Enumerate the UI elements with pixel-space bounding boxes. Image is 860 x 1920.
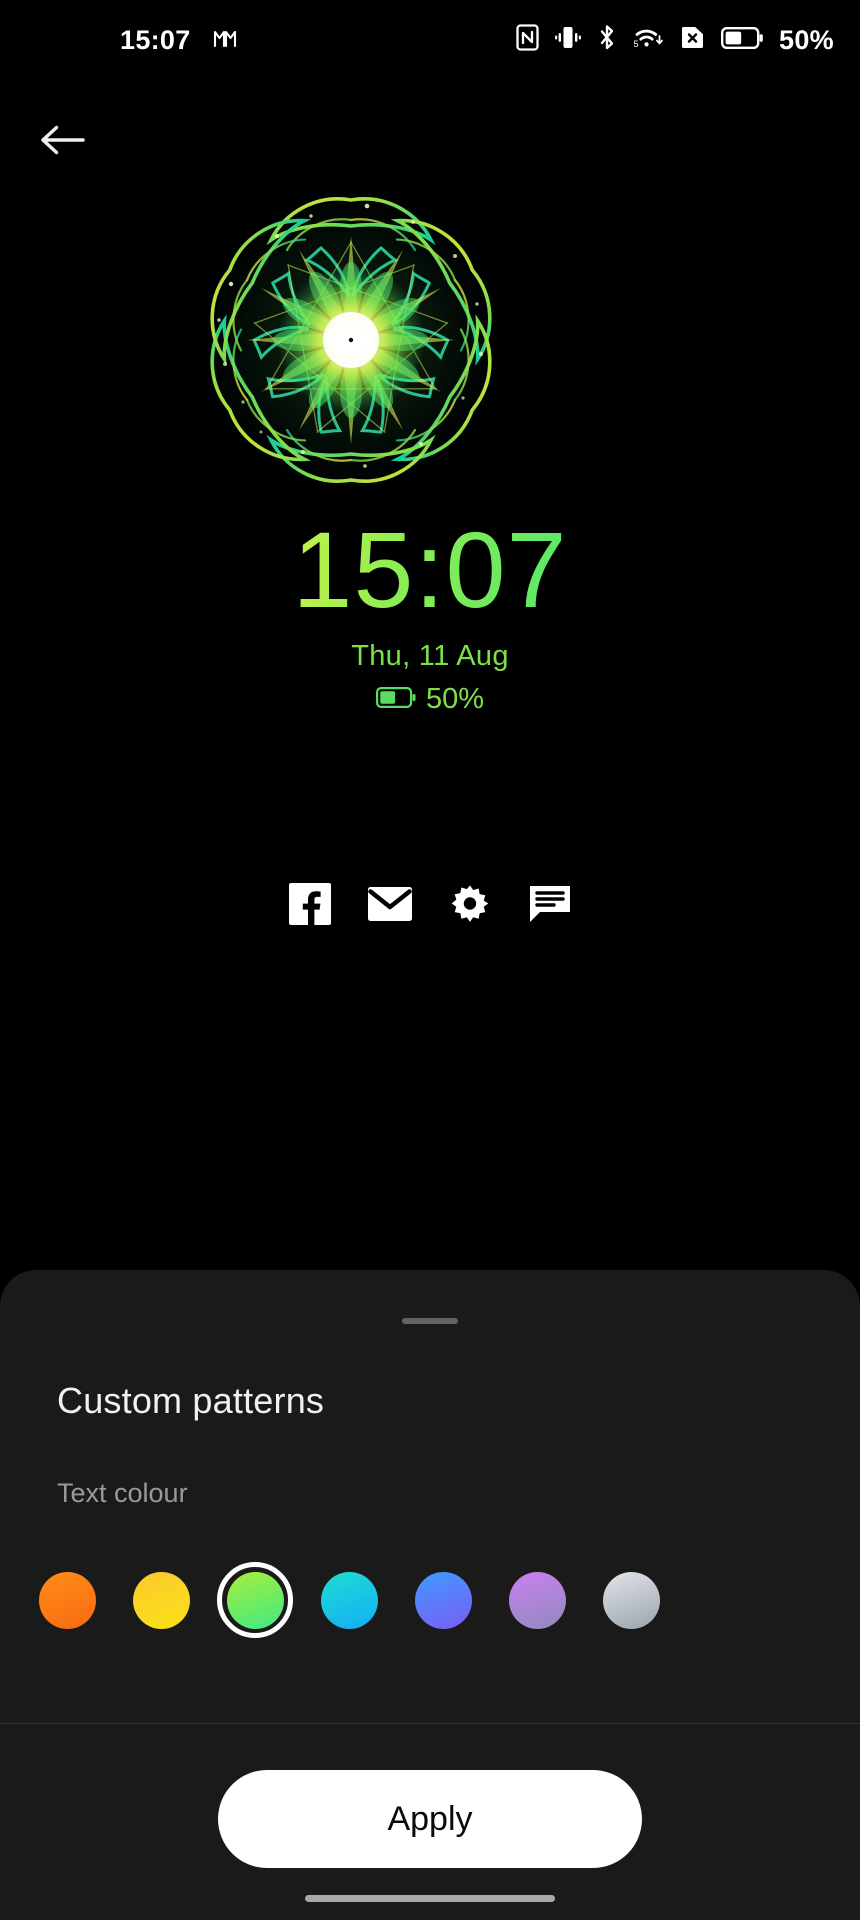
sheet-title: Custom patterns xyxy=(57,1380,325,1421)
swatch-purple[interactable] xyxy=(490,1560,584,1640)
status-bar-battery-text: 50% xyxy=(779,24,834,55)
status-bar: 15:07 5 50% xyxy=(0,0,860,80)
bottom-sheet: Custom patterns Text colour Apply xyxy=(0,1270,860,1920)
gmail-icon xyxy=(213,28,239,53)
vibrate-icon xyxy=(555,25,582,55)
wifi-icon: 5 xyxy=(633,25,664,55)
back-button[interactable] xyxy=(33,112,93,172)
lockscreen-battery-text: 50% xyxy=(425,683,485,715)
lockscreen-date: Thu, 11 Aug xyxy=(351,640,509,672)
swatch-silver[interactable] xyxy=(584,1560,678,1640)
home-indicator[interactable] xyxy=(305,1895,555,1902)
no-sim-icon xyxy=(680,25,705,55)
text-colour-swatch-row xyxy=(0,1560,860,1640)
pattern-preview-art xyxy=(176,168,526,508)
facebook-icon[interactable] xyxy=(288,882,332,926)
lockscreen-customisation-screen: 15:07 5 50% 15:07 Thu, 11 Aug 50% Custom… xyxy=(0,0,860,1920)
text-colour-label: Text colour xyxy=(57,1478,188,1508)
lockscreen-clock-area: 15:07 Thu, 11 Aug 50% xyxy=(0,516,860,716)
sheet-drag-handle[interactable] xyxy=(402,1318,458,1324)
status-bar-right: 5 50% xyxy=(516,24,834,56)
swatch-orange[interactable] xyxy=(20,1560,114,1640)
lockscreen-battery-icon xyxy=(375,683,416,716)
apply-button[interactable]: Apply xyxy=(218,1770,642,1868)
lockscreen-battery: 50% xyxy=(375,683,485,716)
svg-text:5: 5 xyxy=(634,39,639,49)
swatch-green-dot xyxy=(226,1571,284,1629)
email-icon[interactable] xyxy=(368,882,412,926)
status-bar-left: 15:07 xyxy=(120,25,239,56)
swatch-cyan-dot xyxy=(320,1571,378,1629)
swatch-purple-dot xyxy=(508,1571,566,1629)
settings-gear-icon[interactable] xyxy=(448,882,492,926)
sheet-divider xyxy=(0,1723,860,1724)
swatch-cyan[interactable] xyxy=(302,1560,396,1640)
swatch-green[interactable] xyxy=(208,1560,302,1640)
swatch-yellow-dot xyxy=(132,1571,190,1629)
messages-icon[interactable] xyxy=(528,882,572,926)
bluetooth-icon xyxy=(597,24,617,56)
swatch-yellow[interactable] xyxy=(114,1560,208,1640)
swatch-blue[interactable] xyxy=(396,1560,490,1640)
swatch-blue-dot xyxy=(414,1571,472,1629)
battery-icon xyxy=(721,26,763,54)
back-arrow-icon xyxy=(40,123,86,162)
swatch-silver-dot xyxy=(602,1571,660,1629)
status-bar-clock: 15:07 xyxy=(120,24,191,55)
lockscreen-shortcut-row xyxy=(0,882,860,926)
lockscreen-clock: 15:07 xyxy=(292,509,568,630)
swatch-orange-dot xyxy=(38,1571,96,1629)
nfc-icon xyxy=(516,24,539,56)
